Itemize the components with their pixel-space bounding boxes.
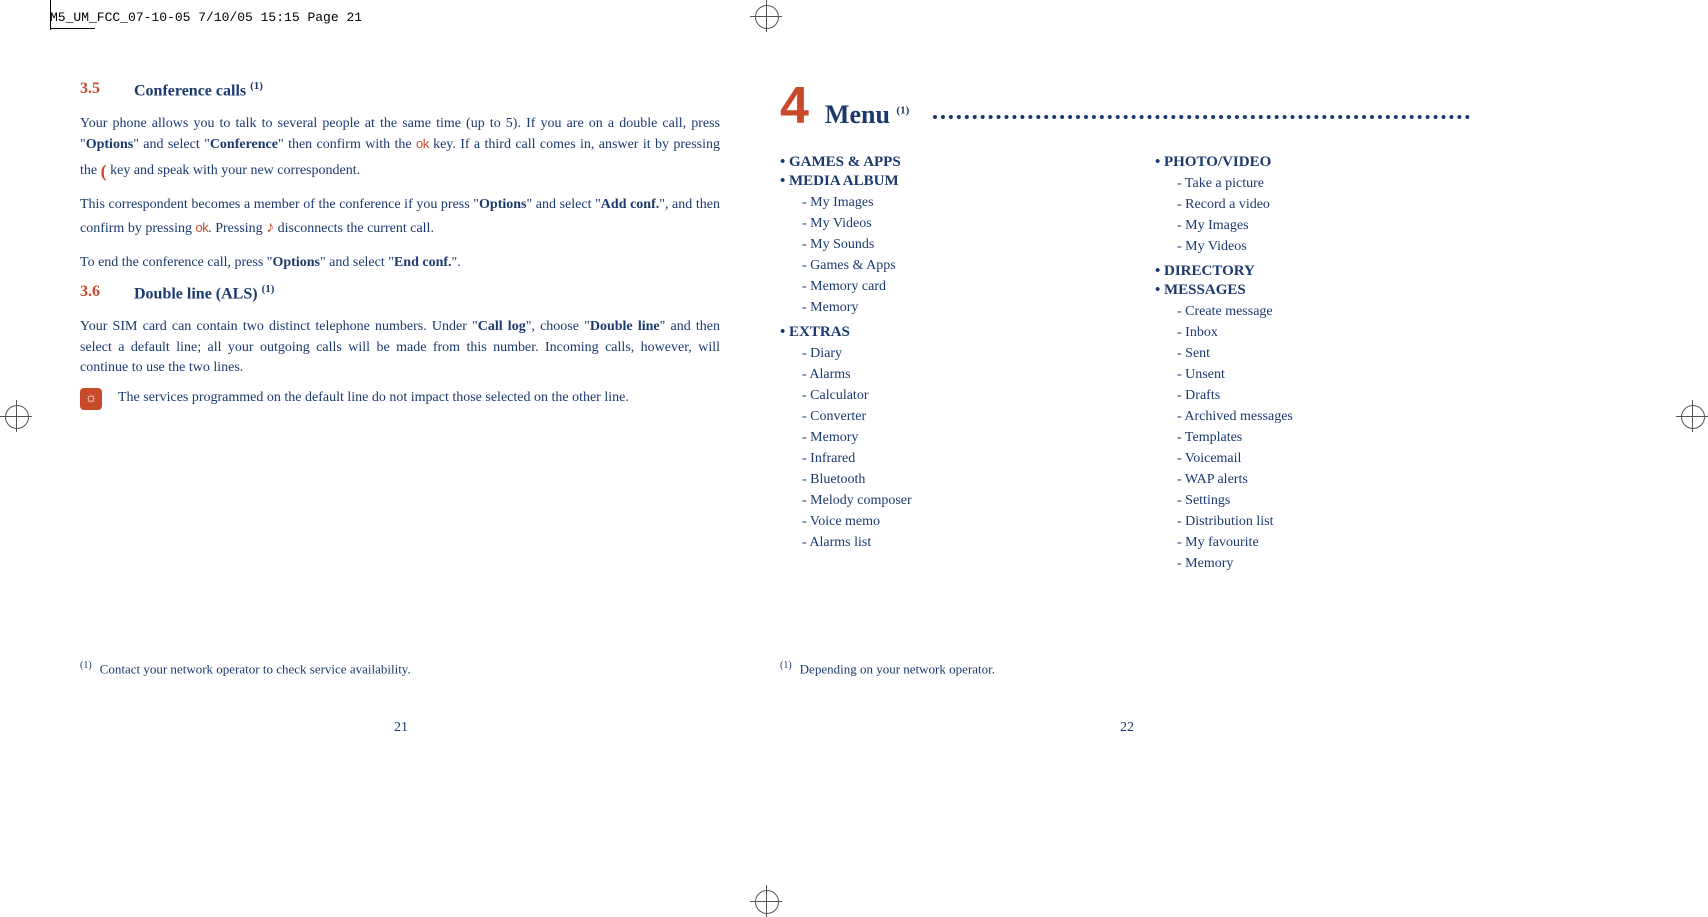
menu-sublist: Create messageInboxSentUnsentDraftsArchi… xyxy=(1177,301,1470,574)
section-title: Conference calls (1) xyxy=(134,80,263,100)
menu-item: Archived messages xyxy=(1177,406,1470,427)
section-title: Double line (ALS) (1) xyxy=(134,283,274,303)
menu-item: Memory xyxy=(802,427,1095,448)
menu-category: EXTRAS xyxy=(780,324,1095,341)
section-heading-3-5: 3.5 Conference calls (1) xyxy=(80,80,720,100)
menu-item: Voicemail xyxy=(1177,448,1470,469)
menu-sublist: My ImagesMy VideosMy SoundsGames & AppsM… xyxy=(802,192,1095,318)
menu-item: Create message xyxy=(1177,301,1470,322)
hangup-key-icon: ♪ xyxy=(266,216,274,239)
menu-item: Take a picture xyxy=(1177,173,1470,194)
menu-item: My favourite xyxy=(1177,532,1470,553)
crop-mark xyxy=(1676,400,1708,432)
menu-item: Memory xyxy=(802,297,1095,318)
menu-item: Converter xyxy=(802,406,1095,427)
page-left: 3.5 Conference calls (1) Your phone allo… xyxy=(80,80,720,410)
menu-item: Distribution list xyxy=(1177,511,1470,532)
menu-item: Record a video xyxy=(1177,194,1470,215)
menu-column-2: PHOTO/VIDEOTake a pictureRecord a videoM… xyxy=(1155,152,1470,580)
menu-item: Bluetooth xyxy=(802,469,1095,490)
section-number: 3.6 xyxy=(80,283,110,303)
menu-category: MEDIA ALBUM xyxy=(780,173,1095,190)
menu-category: PHOTO/VIDEO xyxy=(1155,154,1470,171)
menu-sublist: Take a pictureRecord a videoMy ImagesMy … xyxy=(1177,173,1470,257)
menu-sublist: DiaryAlarmsCalculatorConverterMemoryInfr… xyxy=(802,343,1095,553)
menu-item: Alarms xyxy=(802,364,1095,385)
chapter-heading: 4 Menu (1) xyxy=(780,80,1470,132)
chapter-number: 4 xyxy=(780,80,809,132)
menu-item: Games & Apps xyxy=(802,255,1095,276)
menu-category: MESSAGES xyxy=(1155,282,1470,299)
ok-key-icon: ok xyxy=(416,136,429,151)
menu-item: My Images xyxy=(802,192,1095,213)
menu-item: Templates xyxy=(1177,427,1470,448)
menu-item: My Sounds xyxy=(802,234,1095,255)
crop-mark xyxy=(750,0,782,32)
menu-item: My Images xyxy=(1177,215,1470,236)
menu-item: Inbox xyxy=(1177,322,1470,343)
call-key-icon: ( xyxy=(101,158,107,184)
menu-item: Unsent xyxy=(1177,364,1470,385)
footnote-right: (1)Depending on your network operator. xyxy=(780,660,995,677)
note-text: The services programmed on the default l… xyxy=(118,388,629,408)
crop-corner xyxy=(50,28,95,29)
chapter-title: Menu (1) xyxy=(825,100,909,130)
section-number: 3.5 xyxy=(80,80,110,100)
print-job-header: M5_UM_FCC_07-10-05 7/10/05 15:15 Page 21 xyxy=(50,10,362,25)
menu-item: Drafts xyxy=(1177,385,1470,406)
menu-category: GAMES & APPS xyxy=(780,154,1095,171)
menu-category: DIRECTORY xyxy=(1155,263,1470,280)
menu-item: Memory xyxy=(1177,553,1470,574)
menu-item: Settings xyxy=(1177,490,1470,511)
menu-item: Alarms list xyxy=(802,532,1095,553)
page-number-right: 22 xyxy=(1120,720,1134,736)
lightbulb-icon: ☼ xyxy=(80,388,102,410)
section-heading-3-6: 3.6 Double line (ALS) (1) xyxy=(80,283,720,303)
note-callout: ☼ The services programmed on the default… xyxy=(80,388,720,410)
leader-dots xyxy=(933,115,1470,119)
menu-item: My Videos xyxy=(802,213,1095,234)
menu-item: WAP alerts xyxy=(1177,469,1470,490)
paragraph-3-5-b: This correspondent becomes a member of t… xyxy=(80,195,720,239)
menu-item: Sent xyxy=(1177,343,1470,364)
menu-listing: GAMES & APPSMEDIA ALBUMMy ImagesMy Video… xyxy=(780,152,1470,580)
crop-mark xyxy=(750,885,782,917)
menu-item: Calculator xyxy=(802,385,1095,406)
paragraph-3-5-a: Your phone allows you to talk to several… xyxy=(80,114,720,181)
menu-item: Diary xyxy=(802,343,1095,364)
menu-column-1: GAMES & APPS MEDIA ALBUM My ImagesMy Video… xyxy=(780,152,1095,580)
page-right: 4 Menu (1) GAMES & APPS MEDIA ALBUM My Ima… xyxy=(780,80,1470,580)
paragraph-3-5-c: To end the conference call, press "Optio… xyxy=(80,253,720,273)
menu-item: Voice memo xyxy=(802,511,1095,532)
ok-key-icon: ok xyxy=(195,220,208,235)
page-number-left: 21 xyxy=(394,720,408,736)
menu-item: My Videos xyxy=(1177,236,1470,257)
menu-item: Memory card xyxy=(802,276,1095,297)
menu-item: Melody composer xyxy=(802,490,1095,511)
paragraph-3-6-a: Your SIM card can contain two distinct t… xyxy=(80,317,720,378)
footnote-left: (1)Contact your network operator to chec… xyxy=(80,660,411,677)
menu-item: Infrared xyxy=(802,448,1095,469)
crop-mark xyxy=(0,400,32,432)
